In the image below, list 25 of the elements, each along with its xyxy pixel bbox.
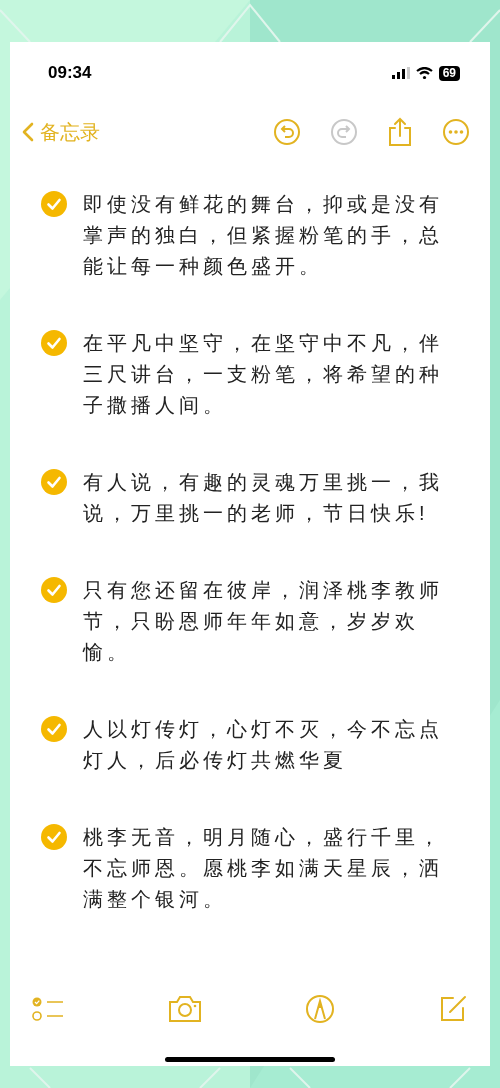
undo-icon[interactable]: [273, 118, 301, 146]
checklist-text: 在平凡中坚守，在坚守中不凡，伴三尺讲台，一支粉笔，将希望的种子撒播人间。: [83, 331, 444, 418]
battery-level: 69: [438, 65, 460, 81]
checklist-text: 只有您还留在彼岸，润泽桃李教师节，只盼恩师年年如意，岁岁欢愉。: [83, 578, 444, 665]
signal-icon: [391, 67, 410, 79]
checklist-text: 有人说，有趣的灵魂万里挑一，我说，万里挑一的老师，节日快乐!: [83, 470, 444, 526]
checklist-text: 桃李无音，明月随心，盛行千里，不忘师恩。愿桃李如满天星辰，洒满整个银河。: [83, 825, 444, 912]
checklist-text: 人以灯传灯，心灯不灭，今不忘点灯人，后必传灯共燃华夏: [83, 717, 444, 773]
status-time: 09:34: [48, 63, 92, 83]
checkbox[interactable]: [41, 824, 67, 850]
markup-pen-icon[interactable]: [305, 994, 336, 1024]
back-button[interactable]: 备忘录: [22, 118, 100, 146]
checklist-icon[interactable]: [32, 995, 64, 1023]
checkbox[interactable]: [41, 469, 67, 495]
checkbox[interactable]: [41, 716, 67, 742]
compose-icon[interactable]: [438, 995, 467, 1023]
checkbox[interactable]: [41, 330, 67, 356]
share-icon[interactable]: [387, 117, 413, 147]
checkbox[interactable]: [41, 577, 67, 603]
more-icon[interactable]: [442, 118, 470, 146]
wifi-icon: [415, 67, 433, 79]
checkbox[interactable]: [41, 191, 67, 217]
camera-icon[interactable]: [167, 995, 202, 1023]
checklist-text: 即使没有鲜花的舞台，抑或是没有掌声的独白，但紧握粉笔的手，总能让每一种颜色盛开。: [83, 192, 444, 279]
chevron-icon: [22, 122, 34, 142]
